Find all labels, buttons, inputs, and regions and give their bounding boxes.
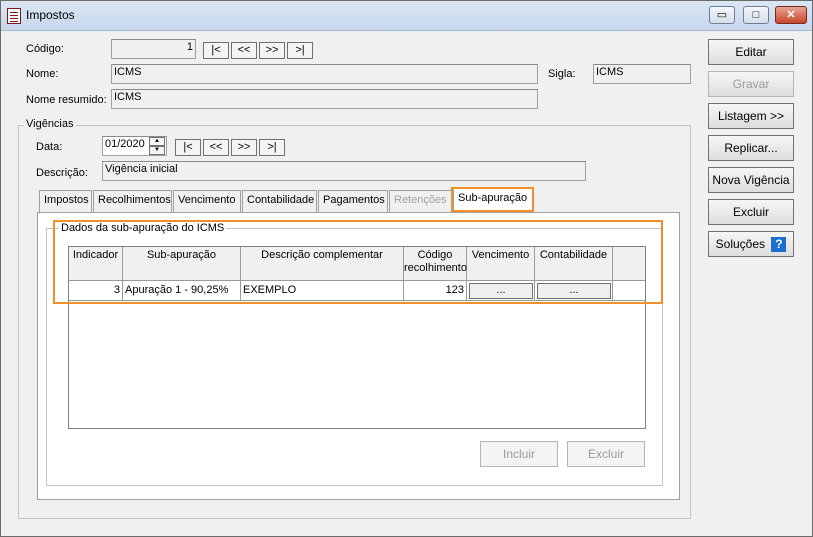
tab-impostos[interactable]: Impostos [39,190,92,212]
vig-nav-last-button[interactable]: >| [259,139,285,156]
listagem-button[interactable]: Listagem >> [708,103,794,129]
help-icon: ? [771,237,787,253]
tab-retencoes[interactable]: Retenções [389,190,452,212]
codigo-field[interactable]: 1 [111,39,196,59]
nova-vigencia-button[interactable]: Nova Vigência [708,167,794,193]
nav-last-button[interactable]: >| [287,42,313,59]
tab-contabilidade[interactable]: Contabilidade [242,190,317,212]
close-button[interactable]: ✕ [775,6,807,24]
gravar-button[interactable]: Gravar [708,71,794,97]
col-descricao[interactable]: Descrição complementar [241,247,404,281]
replicar-button[interactable]: Replicar... [708,135,794,161]
close-icon: ✕ [786,9,796,21]
col-vencimento[interactable]: Vencimento [467,247,535,281]
codigo-label: Código: [26,43,64,55]
cell-sub-apuracao[interactable]: Apuração 1 - 90,25% [123,281,241,301]
sigla-field[interactable]: ICMS [593,64,691,84]
incluir-button[interactable]: Incluir [480,441,558,467]
document-icon [7,8,21,24]
solucoes-button[interactable]: Soluções ? [708,231,794,257]
nav-first-button[interactable]: |< [203,42,229,59]
cell-descricao[interactable]: EXEMPLO [241,281,404,301]
tab-vencimento[interactable]: Vencimento [173,190,241,212]
sigla-label: Sigla: [548,68,576,80]
impostos-window: Impostos ▭ □ ✕ Código: 1 |< << >> >| Nom… [0,0,813,537]
data-value: 01/2020 [105,138,145,150]
nome-label: Nome: [26,68,59,80]
title-bar: Impostos ▭ □ ✕ [1,1,812,31]
nome-resumido-label: Nome resumido: [26,94,107,106]
cell-extra [613,281,645,301]
nav-prev-button[interactable]: << [231,42,257,59]
nome-resumido-field[interactable]: ICMS [111,89,538,109]
spin-up-icon[interactable]: ▲ [149,137,165,146]
cell-indicador[interactable]: 3 [69,281,123,301]
nome-field[interactable]: ICMS [111,64,538,84]
col-extra [613,247,645,281]
tab-sub-apuracao[interactable]: Sub-apuração [453,188,533,213]
col-sub-apuracao[interactable]: Sub-apuração [123,247,241,281]
minimize-icon: ▭ [716,9,728,21]
descricao-field[interactable]: Vigência inicial [102,161,586,181]
tab-recolhimentos[interactable]: Recolhimentos [93,190,172,212]
cell-codigo[interactable]: 123 [404,281,467,301]
data-label: Data: [36,141,63,153]
vig-nav-next-button[interactable]: >> [231,139,257,156]
maximize-button[interactable]: □ [743,6,769,24]
solucoes-label: Soluções [715,237,766,251]
col-codigo[interactable]: Código recolhimento [404,247,467,281]
col-contabilidade[interactable]: Contabilidade [535,247,613,281]
vig-nav-first-button[interactable]: |< [175,139,201,156]
nav-next-button[interactable]: >> [259,42,285,59]
vig-nav-prev-button[interactable]: << [203,139,229,156]
window-title: Impostos [26,8,75,22]
subapuracao-grid[interactable]: Indicador Sub-apuração Descrição complem… [68,246,646,429]
vencimento-button[interactable]: ... [469,283,533,299]
descricao-label: Descrição: [36,167,88,179]
spin-down-icon[interactable]: ▼ [149,146,165,155]
col-indicador[interactable]: Indicador [69,247,123,281]
maximize-icon: □ [752,9,760,21]
excluir-button[interactable]: Excluir [567,441,645,467]
tab-pagamentos[interactable]: Pagamentos [318,190,388,212]
excluir-vigencia-button[interactable]: Excluir Vigência [708,199,794,243]
contabilidade-button[interactable]: ... [537,283,611,299]
minimize-button[interactable]: ▭ [709,6,735,24]
vigencias-group-label: Vigências [24,118,76,130]
subapuracao-group-label: Dados da sub-apuração do ICMS [59,222,227,234]
editar-button[interactable]: Editar [708,39,794,65]
